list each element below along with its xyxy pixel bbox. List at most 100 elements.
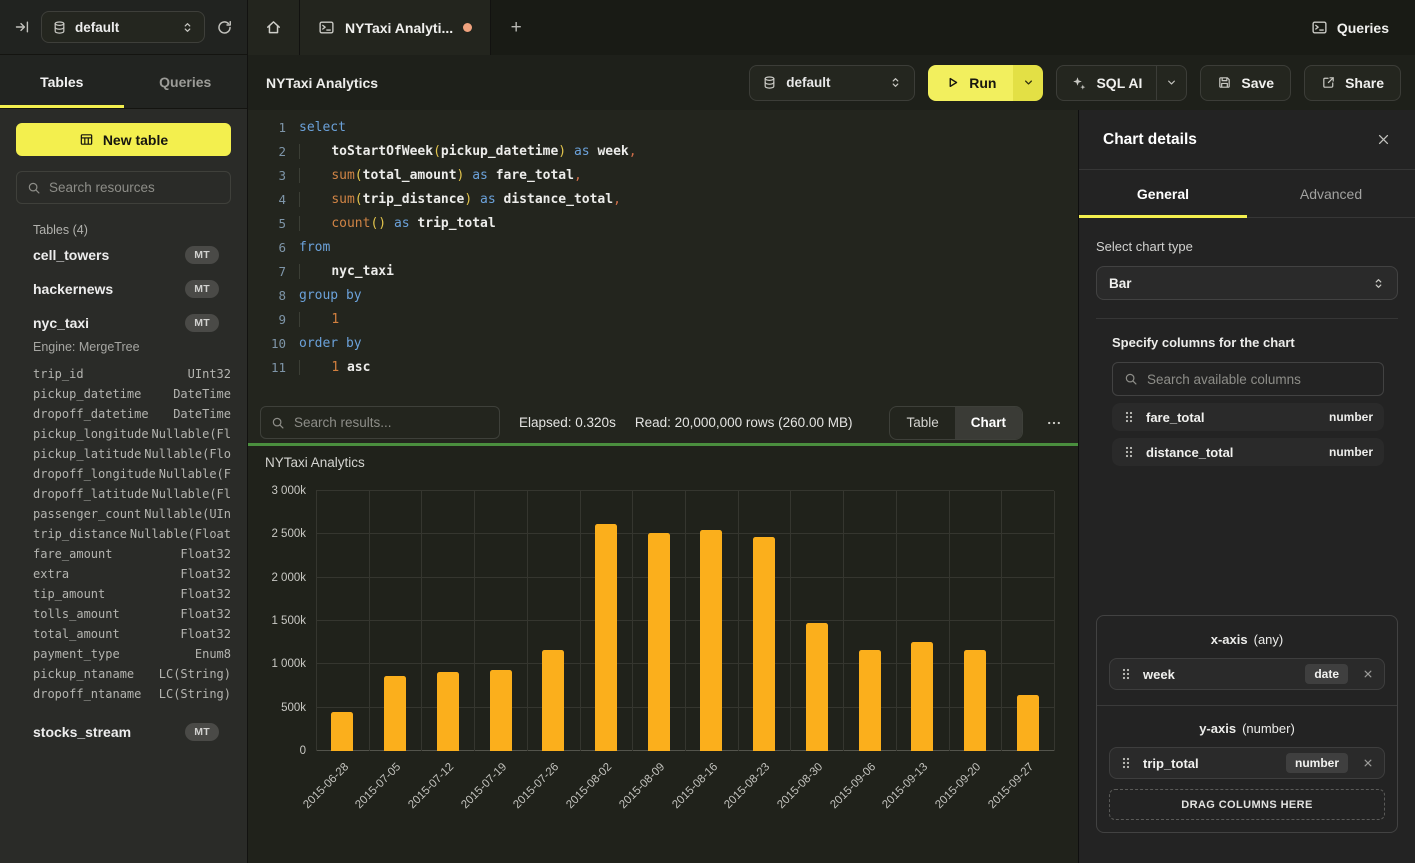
bar-2015-09-20[interactable] — [964, 650, 986, 751]
bar-2015-09-13[interactable] — [911, 642, 933, 751]
column-pill-name: fare_total — [1146, 410, 1205, 425]
drag-handle[interactable] — [1120, 667, 1132, 681]
available-column-pill[interactable]: fare_totalnumber — [1112, 403, 1384, 431]
gridline-v — [790, 491, 791, 751]
tab-general[interactable]: General — [1079, 170, 1247, 217]
tables-section-label: Tables (4) — [33, 223, 231, 237]
column-type: Float32 — [180, 564, 231, 584]
columns-search-input[interactable] — [1147, 372, 1372, 387]
column-pill-name: week — [1143, 667, 1175, 682]
tab-advanced[interactable]: Advanced — [1247, 170, 1415, 217]
sql-ai-button[interactable]: SQL AI — [1057, 66, 1156, 100]
x-axis-tick-label: 2015-08-09 — [617, 761, 667, 811]
sql-ai-button-label: SQL AI — [1096, 75, 1142, 91]
x-axis-tick-label: 2015-09-20 — [933, 761, 983, 811]
sidebar-tab-tables[interactable]: Tables — [0, 55, 124, 108]
home-button[interactable] — [248, 0, 300, 55]
table-row[interactable]: nyc_taxiMT — [33, 307, 231, 339]
column-row: trip_idUInt32 — [33, 364, 231, 384]
search-icon — [27, 181, 41, 195]
save-button[interactable]: Save — [1200, 65, 1291, 101]
column-row: passenger_countNullable(UIn — [33, 504, 231, 524]
drag-handle[interactable] — [1123, 445, 1135, 459]
bar-2015-06-28[interactable] — [331, 712, 353, 751]
y-axis-column-pill[interactable]: trip_totalnumber — [1109, 747, 1385, 779]
drag-handle-icon — [1123, 445, 1135, 459]
run-button[interactable]: Run — [928, 65, 1013, 101]
gridline-v — [316, 491, 317, 751]
remove-column-button[interactable] — [1362, 757, 1374, 769]
editor-line: 4 sum(trip_distance) as distance_total, — [248, 188, 1078, 212]
chart-type-selector[interactable]: Bar — [1096, 266, 1398, 300]
table-name: nyc_taxi — [33, 315, 89, 331]
bar-2015-08-23[interactable] — [753, 537, 775, 751]
table-name: hackernews — [33, 281, 113, 297]
columns-search[interactable] — [1112, 362, 1384, 396]
x-axis-tick-label: 2015-08-02 — [564, 761, 614, 811]
bar-2015-07-19[interactable] — [490, 670, 512, 751]
sidebar-tab-queries[interactable]: Queries — [124, 55, 248, 108]
bar-2015-07-12[interactable] — [437, 672, 459, 751]
sidebar-search[interactable] — [16, 171, 231, 204]
refresh-button[interactable] — [216, 19, 233, 36]
remove-icon — [1362, 668, 1374, 680]
bar-2015-08-30[interactable] — [806, 623, 828, 751]
column-row: fare_amountFloat32 — [33, 544, 231, 564]
column-type: Nullable(Float — [130, 524, 231, 544]
drag-columns-drop-zone[interactable]: DRAG COLUMNS HERE — [1109, 789, 1385, 820]
table-row[interactable]: hackernewsMT — [33, 273, 231, 305]
bar-2015-09-27[interactable] — [1017, 695, 1039, 751]
query-tab[interactable]: NYTaxi Analyti... — [300, 0, 491, 55]
column-type: UInt32 — [188, 364, 231, 384]
table-row[interactable]: cell_towersMT — [33, 239, 231, 271]
sql-ai-options-button[interactable] — [1156, 66, 1186, 100]
bar-2015-09-06[interactable] — [859, 650, 881, 751]
queries-button[interactable]: Queries — [1311, 19, 1389, 36]
available-column-pill[interactable]: distance_totalnumber — [1112, 438, 1384, 466]
results-search-input[interactable] — [294, 415, 489, 430]
gridline-v — [527, 491, 528, 751]
close-panel-button[interactable] — [1376, 132, 1391, 147]
y-axis-hint: (number) — [1242, 721, 1295, 736]
remove-column-button[interactable] — [1362, 668, 1374, 680]
run-button-group: Run — [928, 65, 1043, 101]
view-table-button[interactable]: Table — [890, 407, 954, 439]
chart-details-header: Chart details — [1079, 110, 1415, 170]
tab-strip-right: Queries — [1311, 0, 1415, 55]
gridline-v — [685, 491, 686, 751]
bar-2015-08-02[interactable] — [595, 524, 617, 751]
new-tab-button[interactable]: + — [491, 0, 541, 55]
rows-read: Read: 20,000,000 rows (260.00 MB) — [635, 415, 853, 430]
table-row[interactable]: stocks_streamMT — [33, 716, 231, 748]
code-text: sum(trip_distance) as distance_total, — [299, 188, 621, 212]
run-options-button[interactable] — [1013, 65, 1043, 101]
save-icon — [1217, 75, 1232, 90]
sql-editor[interactable]: 1select2 toStartOfWeek(pickup_datetime) … — [248, 110, 1078, 402]
code-text: nyc_taxi — [299, 260, 394, 284]
database-icon — [52, 20, 67, 35]
view-chart-button[interactable]: Chart — [955, 407, 1022, 439]
results-more-button[interactable] — [1042, 415, 1066, 431]
drag-handle[interactable] — [1120, 756, 1132, 770]
column-type: Float32 — [180, 604, 231, 624]
toolbar-database-selector[interactable]: default — [749, 65, 915, 101]
line-number: 5 — [248, 212, 286, 236]
x-axis-tick-label: 2015-07-12 — [406, 761, 456, 811]
x-axis-column-pill[interactable]: weekdate — [1109, 658, 1385, 690]
new-table-button[interactable]: New table — [16, 123, 231, 156]
bar-2015-08-16[interactable] — [700, 530, 722, 751]
x-axis-tick-label: 2015-08-30 — [775, 761, 825, 811]
database-selector[interactable]: default — [41, 11, 205, 43]
bar-2015-08-09[interactable] — [648, 533, 670, 751]
collapse-sidebar-button[interactable] — [14, 19, 30, 35]
share-button[interactable]: Share — [1304, 65, 1401, 101]
drag-handle[interactable] — [1123, 410, 1135, 424]
column-name: dropoff_longitude — [33, 464, 156, 484]
results-search[interactable] — [260, 406, 500, 439]
sidebar-search-input[interactable] — [49, 180, 220, 195]
bar-2015-07-26[interactable] — [542, 650, 564, 751]
bar-2015-07-05[interactable] — [384, 676, 406, 751]
column-name: payment_type — [33, 644, 120, 664]
main-content: 1select2 toStartOfWeek(pickup_datetime) … — [248, 110, 1078, 863]
gridline-v — [1054, 491, 1055, 751]
